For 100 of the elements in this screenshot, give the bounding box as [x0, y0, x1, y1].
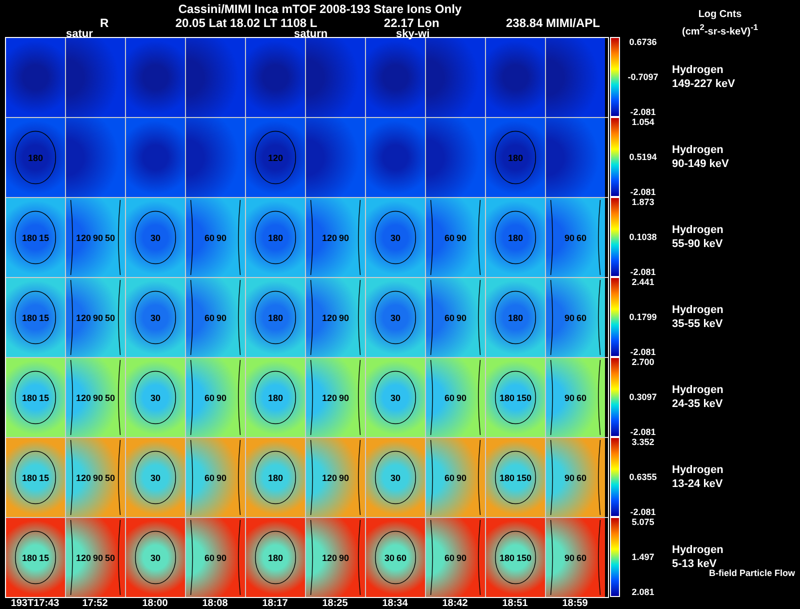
contour-label: 120 — [322, 232, 337, 242]
colorbar-max: 3.352 — [632, 437, 654, 447]
species-label: Hydrogen — [672, 463, 724, 477]
colorbar-max: 1.054 — [632, 117, 654, 127]
header-text: 20.05 Lat 18.02 LT 1108 L — [175, 16, 318, 30]
contour-label: 90 — [93, 232, 104, 242]
colorbar-min: -2.081 — [630, 347, 656, 357]
contour-label: 150 — [516, 392, 532, 402]
colorbar-mid: 0.3097 — [629, 392, 657, 402]
energy-label: 35-55 keV — [672, 317, 724, 331]
contour-label: 90 — [456, 552, 467, 562]
contour-label: 90 — [564, 232, 574, 242]
colorbar-min: -2.081 — [630, 187, 656, 197]
contour-label: 60 — [444, 232, 454, 242]
colorbar-min: -2.081 — [630, 507, 656, 517]
contour-label: 90 — [456, 312, 467, 322]
species-label: Hydrogen — [672, 63, 724, 77]
legend-text: B-field Particle Flow — [709, 568, 796, 578]
contour-label: 90 — [93, 472, 104, 482]
energy-label: 13-24 keV — [672, 477, 724, 491]
colorbar-max: 0.6736 — [629, 37, 657, 47]
contour-label: 90 — [216, 552, 227, 562]
contour-label: 150 — [516, 472, 532, 482]
contour-label: 90 — [456, 472, 467, 482]
contour-label: 60 — [396, 552, 407, 562]
contour-label: 120 — [76, 312, 91, 322]
time-label: 18:00 — [141, 598, 169, 609]
contour-label: 30 — [390, 472, 400, 482]
contour-label: 60 — [576, 552, 587, 562]
time-label: 17:52 — [81, 598, 109, 609]
contour-label: 50 — [105, 552, 116, 562]
contour-label: 60 — [444, 472, 454, 482]
contour-label: 90 — [216, 312, 227, 322]
contour-label: 120 — [322, 472, 337, 482]
contour-label: 50 — [105, 312, 116, 322]
plot-title: Cassini/MIMI Inca mTOF 2008-193 Stare Ions Only — [178, 2, 462, 16]
colorbar-min: 2.081 — [632, 587, 654, 597]
colorbar-max: 5.075 — [632, 517, 654, 527]
contour-label: 90 — [564, 552, 574, 562]
overlay-label: sky-wi — [396, 28, 430, 40]
contour-label: 60 — [204, 312, 214, 322]
species-label: Hydrogen — [672, 383, 724, 397]
contour-label: 90 — [216, 472, 227, 482]
contour-label: 60 — [204, 232, 214, 242]
energy-label: 149-227 keV — [672, 77, 735, 91]
contour-label: 180 — [22, 472, 37, 482]
energy-label: 55-90 keV — [672, 237, 724, 251]
contour-label: 90 — [456, 392, 467, 402]
species-label: Hydrogen — [672, 543, 724, 557]
contour-label: 120 — [322, 312, 337, 322]
contour-label: 15 — [39, 312, 50, 322]
colorbar-mid: -0.7097 — [628, 72, 658, 82]
contour-label: 60 — [204, 552, 214, 562]
time-label: 18:42 — [441, 598, 469, 609]
colorbar-max: 2.700 — [632, 357, 654, 367]
contour-label: 90 — [564, 472, 574, 482]
time-label: 18:08 — [201, 598, 229, 609]
contour-label: 90 — [339, 472, 350, 482]
contour-label: 60 — [576, 392, 587, 402]
contour-label: 120 — [268, 152, 284, 162]
contour-label: 180 — [22, 552, 37, 562]
contour-label: 180 — [508, 152, 524, 162]
colorbar-min: -2.081 — [630, 267, 656, 277]
contour-label: 30 — [150, 552, 160, 562]
contour-label: 180 — [268, 232, 284, 242]
contour-label: 120 — [76, 552, 91, 562]
time-label: 18:17 — [261, 598, 289, 609]
contour-label: 180 — [499, 552, 514, 562]
contour-label: 90 — [216, 392, 227, 402]
energy-label: 5-13 keV — [672, 557, 717, 570]
species-label: Hydrogen — [672, 223, 724, 237]
contour-label: 120 — [76, 472, 91, 482]
contour-label: 180 — [508, 312, 524, 322]
contour-label: 90 — [564, 312, 574, 322]
contour-label: 60 — [204, 472, 214, 482]
time-label: 18:59 — [561, 598, 589, 609]
contour-label: 180 — [268, 312, 284, 322]
contour-label: 180 — [28, 152, 44, 162]
contour-label: 90 — [339, 392, 350, 402]
contour-label: 180 — [22, 232, 37, 242]
contour-label: 60 — [576, 232, 587, 242]
header-text: R — [100, 16, 109, 30]
contour-label: 180 — [268, 552, 284, 562]
contour-label: 30 — [150, 392, 160, 402]
contour-label: 30 — [150, 232, 160, 242]
contour-label: 180 — [499, 392, 514, 402]
contour-label: 30 — [150, 472, 160, 482]
energy-label: 24-35 keV — [672, 397, 724, 411]
contour-label: 180 — [268, 392, 284, 402]
overlay-label: saturn — [294, 28, 328, 40]
contour-label: 120 — [322, 392, 337, 402]
energy-label: 90-149 keV — [672, 157, 729, 171]
time-label: 18:25 — [321, 598, 349, 609]
contour-label: 60 — [444, 552, 454, 562]
units-label: (cm$^{2}$-sr-s-keV)$^{-1}$ — [681, 21, 759, 38]
colorbar-max: 2.441 — [632, 277, 654, 287]
colorbar-mid: 0.1038 — [629, 232, 657, 242]
contour-label: 180 — [499, 472, 514, 482]
contour-label: 60 — [576, 472, 587, 482]
contour-label: 180 — [22, 392, 37, 402]
